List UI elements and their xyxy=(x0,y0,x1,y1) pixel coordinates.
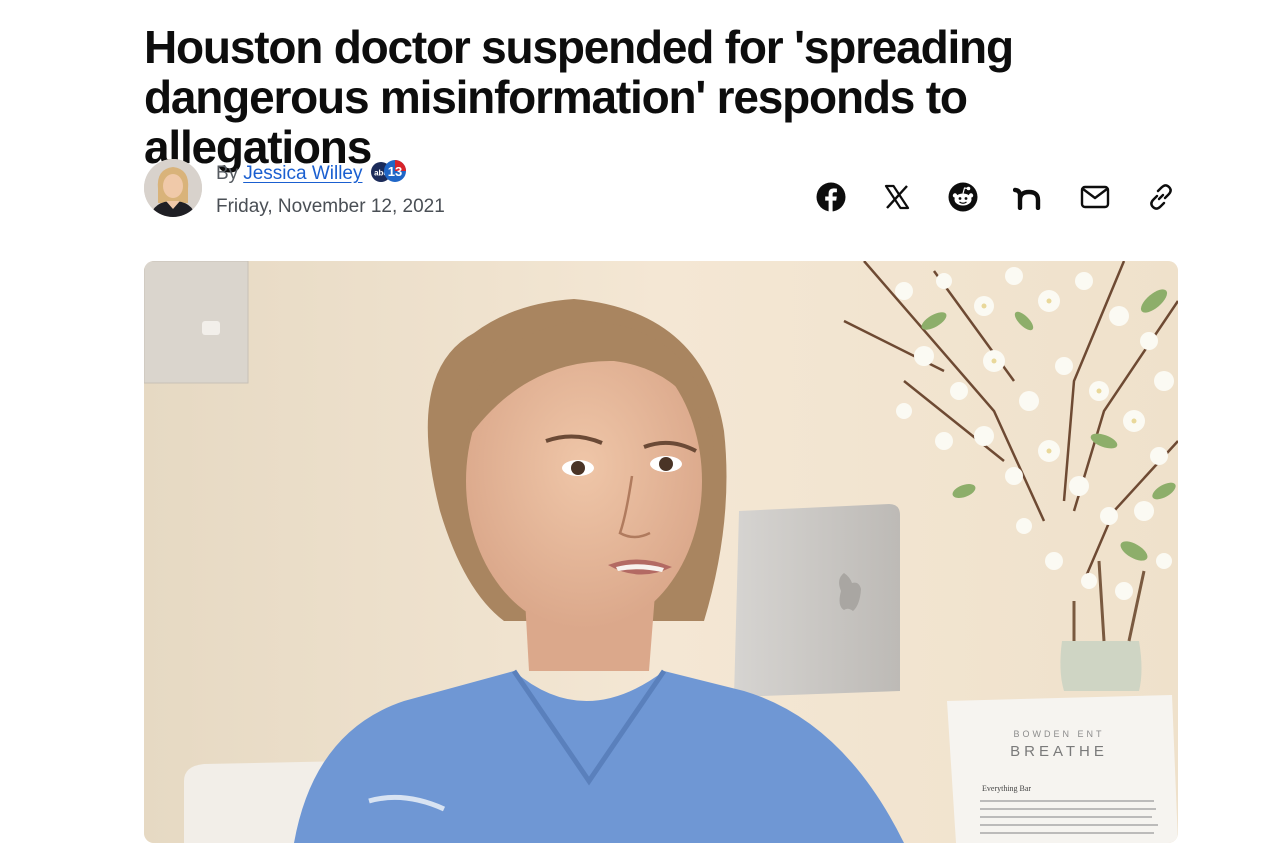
share-facebook-button[interactable] xyxy=(812,180,850,218)
author-link[interactable]: Jessica Willey xyxy=(243,163,362,185)
svg-text:13: 13 xyxy=(387,164,401,179)
share-reddit-button[interactable] xyxy=(944,180,982,218)
share-email-button[interactable] xyxy=(1076,180,1114,218)
x-icon xyxy=(884,184,910,215)
byline: By Jessica Willey abc 13 Friday, Novembe… xyxy=(144,158,445,218)
mail-icon xyxy=(1080,185,1110,214)
share-bar xyxy=(812,180,1180,218)
wall-panel xyxy=(144,261,249,384)
article-hero-image[interactable]: BOWDEN ENT BREATHE Everything Bar xyxy=(144,261,1178,843)
article-headline: Houston doctor suspended for 'spreading … xyxy=(144,21,1014,173)
byline-author-row: By Jessica Willey abc 13 xyxy=(216,158,445,190)
author-avatar[interactable] xyxy=(144,159,202,217)
share-x-button[interactable] xyxy=(878,180,916,218)
article-page: Houston doctor suspended for 'spreading … xyxy=(0,0,1280,853)
sign-small-text: BOWDEN ENT xyxy=(1013,729,1104,739)
share-nextdoor-button[interactable] xyxy=(1010,180,1048,218)
link-icon xyxy=(1146,182,1176,217)
by-prefix: By xyxy=(216,163,239,184)
byline-text: By Jessica Willey abc 13 Friday, Novembe… xyxy=(216,158,445,218)
facebook-icon xyxy=(816,182,846,217)
sign-menu-heading: Everything Bar xyxy=(982,784,1031,793)
breathe-sign: BOWDEN ENT BREATHE Everything Bar xyxy=(947,695,1178,843)
laptop xyxy=(734,504,900,697)
sign-large-text: BREATHE xyxy=(1010,743,1108,760)
publish-date: Friday, November 12, 2021 xyxy=(216,196,445,217)
copy-link-button[interactable] xyxy=(1142,180,1180,218)
nextdoor-icon xyxy=(1012,184,1045,215)
reddit-icon xyxy=(948,182,978,217)
abc13-logo-icon[interactable]: abc 13 xyxy=(369,158,407,190)
